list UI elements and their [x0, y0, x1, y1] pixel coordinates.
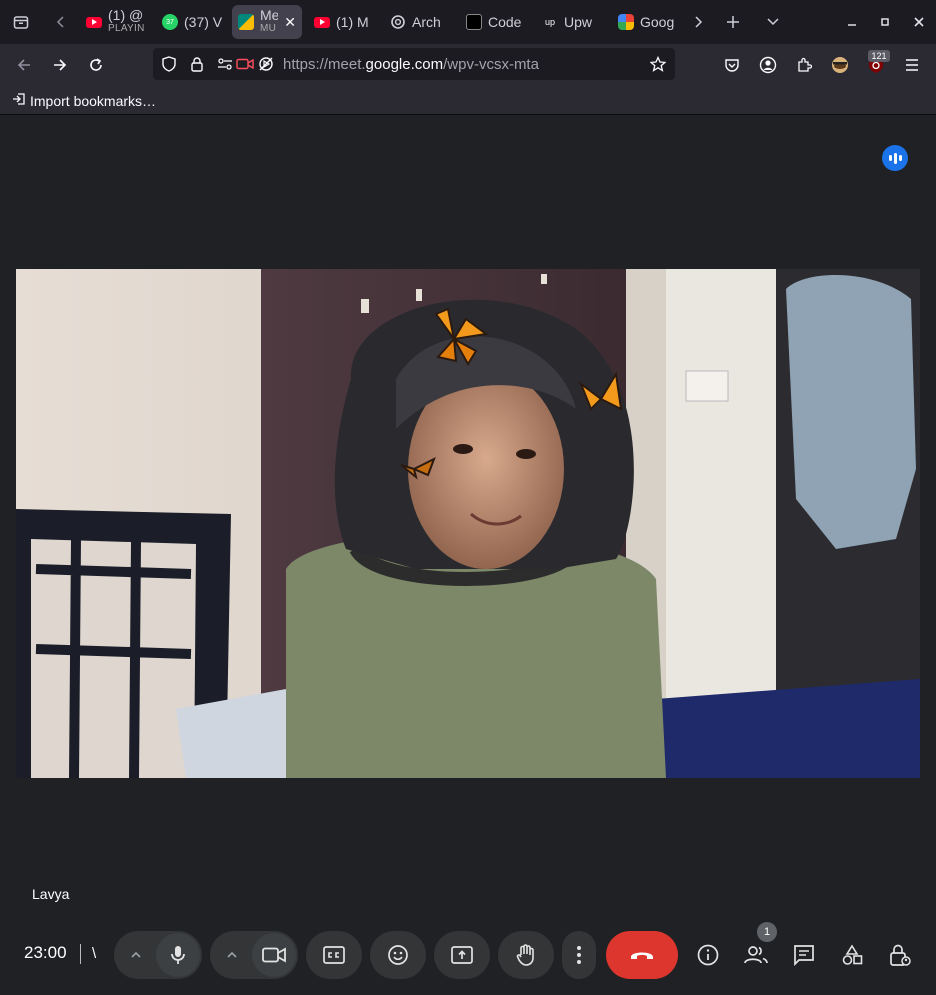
webcam-frame [16, 269, 920, 778]
meeting-clock: 23:00 [24, 943, 67, 963]
firefox-view-icon[interactable] [10, 11, 32, 33]
hamburger-menu-icon[interactable] [900, 53, 924, 77]
tab-title: (1) M [336, 14, 369, 30]
more-options-button[interactable] [562, 931, 596, 979]
activities-shapes-icon [842, 944, 863, 965]
tab-title: Arch [412, 14, 441, 30]
youtube-icon [86, 16, 102, 28]
people-icon [744, 946, 768, 964]
tab-google-workspace[interactable]: Goog [618, 5, 676, 39]
tab-title: Goog [640, 14, 675, 30]
maximize-icon[interactable] [873, 10, 897, 34]
url-prefix: https://meet. [283, 56, 366, 73]
import-icon [12, 92, 26, 109]
tab-upwork[interactable]: up Upw [542, 5, 600, 39]
lock-icon[interactable] [185, 52, 209, 76]
meeting-details-button[interactable] [695, 942, 721, 968]
import-bookmarks-button[interactable]: Import bookmarks… [12, 92, 156, 109]
chat-button[interactable] [791, 942, 817, 968]
camera-icon [262, 947, 286, 963]
whatsapp-icon: 37 [162, 14, 178, 30]
tab-scroll-left-icon[interactable] [50, 11, 72, 33]
address-bar[interactable]: https://meet.google.com/wpv-vcsx-mta [153, 48, 675, 80]
tab-title: (1) @ [108, 7, 144, 23]
code-icon [466, 14, 482, 30]
google-workspace-icon [618, 14, 634, 30]
extensions-puzzle-icon[interactable] [792, 53, 816, 77]
microphone-toggle-button[interactable] [156, 933, 200, 977]
openai-icon [390, 14, 406, 30]
list-all-tabs-icon[interactable] [762, 11, 784, 33]
participant-video-tile[interactable] [16, 269, 920, 778]
tracking-protection-shield-icon[interactable] [157, 52, 181, 76]
bookmarks-toolbar: Import bookmarks… [0, 86, 936, 115]
google-meet-icon [238, 14, 254, 30]
people-count-badge: 1 [757, 922, 777, 942]
account-icon[interactable] [756, 53, 780, 77]
extension-avatar-icon[interactable] [828, 53, 852, 77]
info-icon [697, 944, 719, 966]
raise-hand-button[interactable] [498, 931, 554, 979]
activities-button[interactable] [839, 942, 865, 968]
camera-control-group [210, 931, 298, 979]
host-controls-button[interactable] [887, 942, 913, 968]
tab-arch[interactable]: Arch [390, 5, 446, 39]
tab-whatsapp[interactable]: 37 (37) V [162, 5, 222, 39]
video-settings-chevron-icon[interactable] [212, 951, 252, 959]
chat-icon [794, 945, 814, 966]
url-text[interactable]: https://meet.google.com/wpv-vcsx-mta [283, 56, 539, 73]
meet-stage: Lavya 23:00 \ 1 [0, 115, 936, 995]
tab-title: (37) V [184, 14, 222, 30]
meeting-code-truncated: \ [92, 945, 97, 962]
url-domain: google.com [365, 56, 444, 73]
people-button[interactable] [743, 942, 769, 968]
minimize-icon[interactable] [840, 10, 864, 34]
tab-strip: (1) @ PLAYIN 37 (37) V Me MU ✕ (1) M Arch … [0, 0, 936, 44]
extension-count-badge: 121 [868, 50, 890, 62]
end-call-icon [631, 952, 653, 959]
hand-icon [516, 944, 534, 966]
closed-captions-icon [323, 946, 345, 964]
lock-person-icon [890, 944, 911, 966]
audio-settings-chevron-icon[interactable] [116, 951, 156, 959]
microphone-control-group [114, 931, 202, 979]
forward-arrow-icon[interactable] [48, 53, 72, 77]
present-icon [451, 946, 473, 964]
tab-youtube-playing[interactable]: (1) @ PLAYIN [86, 5, 148, 39]
camera-toggle-button[interactable] [252, 933, 296, 977]
tab-google-meet[interactable]: Me MU ✕ [232, 5, 302, 39]
tab-title: Code [488, 14, 522, 30]
tab-scroll-right-icon[interactable] [687, 11, 709, 33]
tab-code[interactable]: Code [466, 5, 526, 39]
upwork-icon: up [544, 17, 555, 27]
reactions-button[interactable] [370, 931, 426, 979]
tab-subtitle: MU [260, 23, 277, 34]
clock-divider [80, 944, 81, 964]
bookmark-star-icon[interactable] [646, 52, 670, 76]
url-path: /wpv-vcsx-mta [443, 56, 539, 73]
tab-title: Upw [564, 14, 593, 30]
youtube-icon [314, 16, 330, 28]
participant-name: Lavya [32, 886, 70, 902]
tab-title: Me [260, 9, 279, 23]
present-screen-button[interactable] [434, 931, 490, 979]
back-arrow-icon[interactable] [12, 53, 36, 77]
close-window-icon[interactable] [907, 10, 931, 34]
import-bookmarks-label: Import bookmarks… [30, 92, 157, 109]
microphone-icon [171, 946, 185, 964]
leave-call-button[interactable] [606, 931, 678, 979]
tab-youtube[interactable]: (1) M [314, 5, 370, 39]
speaking-indicator-icon [882, 145, 908, 171]
captions-button[interactable] [306, 931, 362, 979]
more-vert-icon [577, 946, 581, 964]
clock-time: 23:00 [24, 943, 67, 962]
emoji-icon [388, 945, 408, 965]
autoplay-blocked-icon[interactable] [254, 52, 278, 76]
tab-subtitle: PLAYIN [108, 23, 145, 34]
pocket-icon[interactable] [720, 53, 744, 77]
new-tab-icon[interactable] [722, 11, 744, 33]
close-tab-icon[interactable]: ✕ [284, 14, 296, 31]
reload-icon[interactable] [84, 53, 108, 77]
